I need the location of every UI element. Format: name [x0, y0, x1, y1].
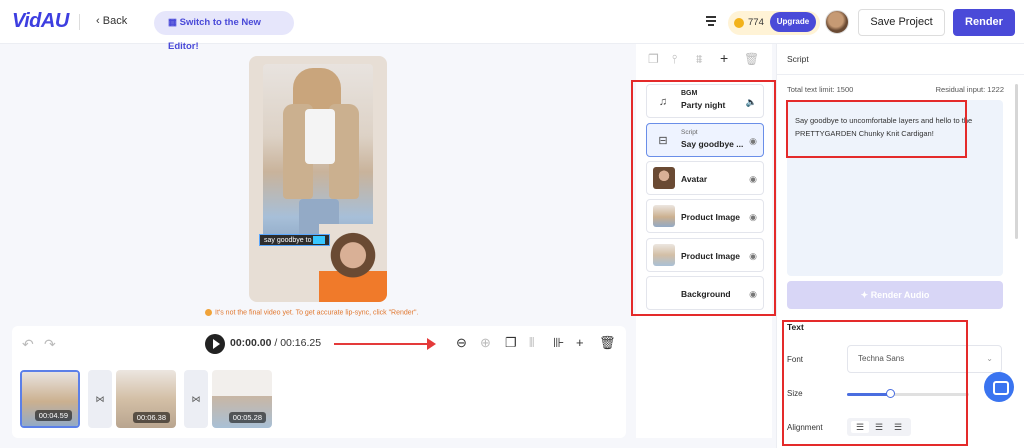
chevron-down-icon: ⌄ — [986, 354, 993, 363]
filter-icon[interactable]: ⩩ — [696, 52, 702, 67]
stack-icon[interactable] — [704, 14, 718, 33]
undo-icon[interactable]: ↶ — [22, 336, 34, 353]
delete-icon[interactable]: 🗑 — [599, 335, 616, 351]
zoom-out-icon[interactable]: ⊖ — [456, 335, 467, 351]
editor-icon: ▦ — [168, 17, 180, 28]
copy-icon[interactable]: ❐ — [648, 52, 659, 66]
save-project-button[interactable]: Save Project — [858, 9, 945, 36]
highlight-box-layers — [631, 80, 776, 316]
white-top — [305, 109, 335, 164]
duplicate-icon[interactable]: ❐ — [505, 335, 517, 351]
scrollbar[interactable] — [1015, 84, 1018, 239]
top-bar: VidAU ‹ Back ▦ Switch to the New Editor!… — [0, 0, 1024, 52]
text-limit: Total text limit: 1500 — [787, 85, 854, 94]
render-notice: It's not the final video yet. To get acc… — [205, 309, 418, 316]
caption-text-layer[interactable]: say goodbye to — [259, 234, 331, 246]
play-button[interactable] — [205, 334, 225, 354]
render-button[interactable]: Render — [953, 9, 1015, 36]
render-audio-button[interactable]: ✦ Render Audio — [787, 281, 1003, 309]
highlight-box-script — [786, 100, 967, 158]
chat-support-button[interactable] — [984, 372, 1014, 402]
annotation-arrow-head — [427, 338, 436, 350]
product-image-layer[interactable] — [263, 64, 373, 244]
render-notice-text: It's not the final video yet. To get acc… — [215, 309, 419, 317]
zoom-in-icon[interactable]: ⊕ — [480, 335, 491, 351]
coin-icon — [734, 18, 744, 28]
highlight-box-text-settings — [782, 320, 968, 446]
switch-editor-label: Switch to the New Editor! — [168, 17, 261, 52]
add-icon[interactable]: + — [576, 335, 584, 350]
split-icon[interactable]: ⫴ — [529, 335, 534, 351]
upgrade-button[interactable]: Upgrade — [770, 12, 816, 32]
transition-button[interactable]: ⋈ — [88, 370, 112, 428]
residual-input: Residual input: 1222 — [935, 85, 1004, 94]
timeline-clip[interactable]: 00:04.59 — [20, 370, 80, 428]
time-display: 00:00.00 / 00:16.25 — [230, 337, 321, 349]
back-label: Back — [102, 15, 128, 27]
clip-duration: 00:06.38 — [132, 412, 170, 423]
redo-icon[interactable]: ↷ — [44, 336, 56, 353]
caption-text: say goodbye to — [264, 237, 312, 244]
chevron-left-icon: ‹ — [96, 15, 103, 27]
add-layer-icon[interactable]: + — [720, 50, 728, 66]
sparkle-icon: ✦ — [860, 290, 871, 300]
credits-value: 774 — [748, 17, 764, 28]
total-time: / 00:16.25 — [274, 337, 322, 349]
user-avatar[interactable] — [825, 10, 849, 34]
timeline-clip[interactable]: 00:06.38 — [116, 370, 176, 428]
warning-icon — [205, 309, 212, 316]
timeline-panel: ↶ ↷ 00:00.00 / 00:16.25 ⊖ ⊕ ❐ ⫴ ⊪ + 🗑 00… — [12, 326, 626, 438]
vidau-logo[interactable]: VidAU — [12, 10, 69, 33]
divider — [777, 74, 1024, 75]
back-button[interactable]: ‹ Back — [96, 15, 127, 27]
annotation-arrow — [334, 343, 429, 345]
video-preview[interactable]: say goodbye to — [249, 56, 387, 302]
insert-icon[interactable]: ⊪ — [553, 335, 564, 351]
delete-layer-icon[interactable]: 🗑 — [744, 52, 759, 66]
divider — [79, 14, 80, 30]
transition-button[interactable]: ⋈ — [184, 370, 208, 428]
clip-duration: 00:04.59 — [34, 410, 72, 421]
caption-highlight — [313, 236, 326, 245]
clip-duration: 00:05.28 — [228, 412, 266, 423]
current-time: 00:00.00 — [230, 337, 272, 349]
switch-editor-button[interactable]: ▦ Switch to the New Editor! — [154, 11, 294, 52]
timeline-clip[interactable]: 00:05.28 — [212, 370, 272, 428]
render-audio-label: Render Audio — [870, 290, 930, 300]
panel-title: Script — [787, 54, 809, 64]
align-icon[interactable]: ⫯ — [672, 52, 677, 67]
